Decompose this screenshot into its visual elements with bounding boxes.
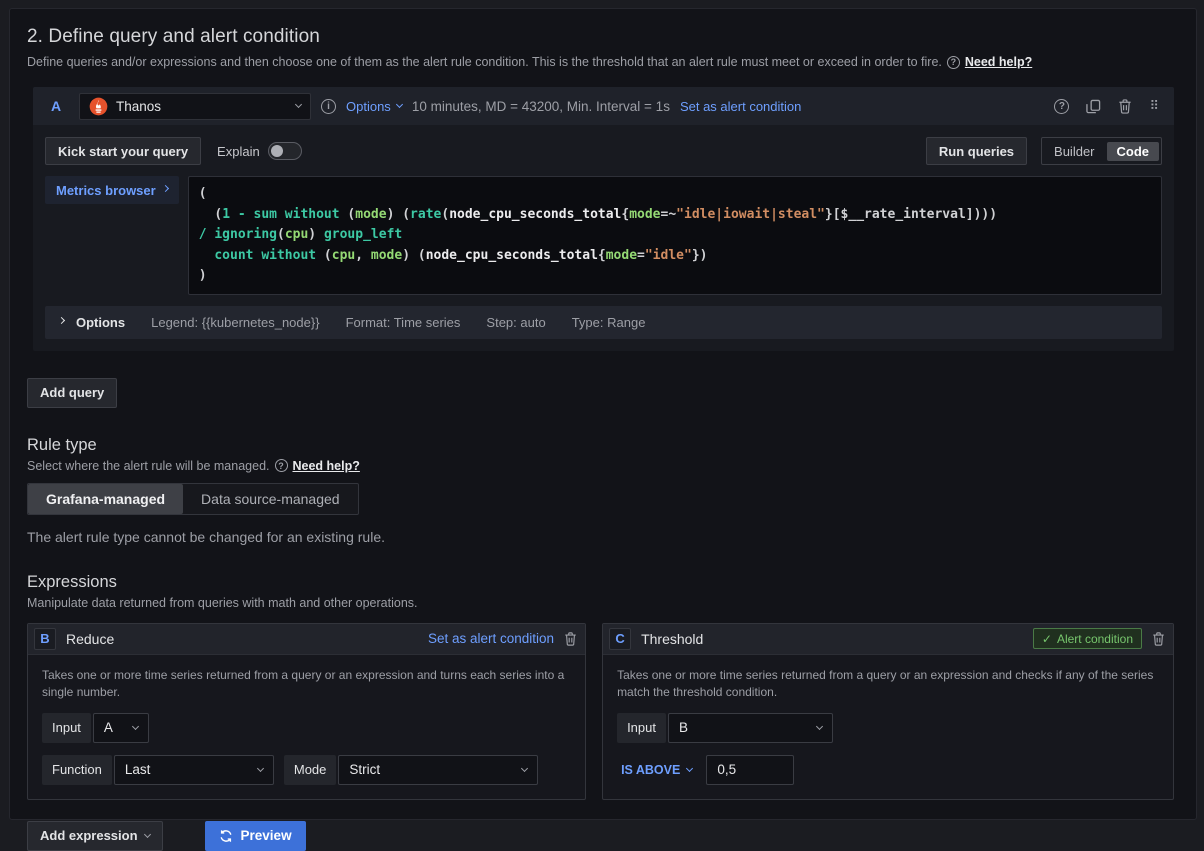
threshold-value-input[interactable] <box>706 755 794 785</box>
explain-toggle[interactable] <box>268 142 302 160</box>
threshold-expression-card: C Threshold ✓ Alert condition Takes one … <box>602 623 1174 800</box>
rule-type-note: The alert rule type cannot be changed fo… <box>27 529 1174 545</box>
builder-tab[interactable]: Builder <box>1044 142 1104 161</box>
expression-title: Threshold <box>641 631 703 647</box>
query-ref-id: A <box>47 98 65 114</box>
rule-type-switch: Grafana-managed Data source-managed <box>27 483 359 515</box>
expression-ref-id: C <box>609 628 631 650</box>
threshold-condition-select[interactable]: IS ABOVE <box>617 763 696 777</box>
threshold-input-select[interactable]: B <box>668 713 833 743</box>
chevron-down-icon <box>396 101 403 108</box>
alert-condition-badge[interactable]: ✓ Alert condition <box>1033 628 1142 649</box>
code-tab[interactable]: Code <box>1107 142 1160 161</box>
chevron-down-icon <box>295 101 302 108</box>
drag-handle-icon[interactable]: ⠿ <box>1149 98 1160 114</box>
input-label: Input <box>42 713 91 743</box>
reduce-function-select[interactable]: Last <box>114 755 274 785</box>
query-help-icon[interactable]: ? <box>1054 99 1069 114</box>
mode-label: Mode <box>284 755 337 785</box>
query-options-toggle[interactable]: Options <box>346 99 402 114</box>
set-as-alert-condition-link[interactable]: Set as alert condition <box>680 99 801 114</box>
reduce-description: Takes one or more time series returned f… <box>42 667 571 701</box>
rule-type-need-help-link[interactable]: Need help? <box>293 459 360 473</box>
rule-type-description: Select where the alert rule will be mana… <box>27 459 1174 473</box>
delete-expression-icon[interactable] <box>1152 632 1165 646</box>
reduce-expression-card: B Reduce Set as alert condition Takes on… <box>27 623 586 800</box>
delete-expression-icon[interactable] <box>564 632 577 646</box>
run-queries-button[interactable]: Run queries <box>926 137 1027 165</box>
check-icon: ✓ <box>1042 632 1052 646</box>
type-setting: Type: Range <box>572 315 646 330</box>
refresh-icon <box>219 829 233 843</box>
query-options-collapsed-row[interactable]: Options Legend: {{kubernetes_node}} Form… <box>45 306 1162 339</box>
chevron-down-icon <box>132 722 139 729</box>
query-body: Kick start your query Explain Run querie… <box>33 125 1174 351</box>
add-expression-button[interactable]: Add expression <box>27 821 163 851</box>
datasource-name: Thanos <box>116 99 288 114</box>
page-description-text: Define queries and/or expressions and th… <box>27 55 942 69</box>
page-description: Define queries and/or expressions and th… <box>27 55 1174 69</box>
help-question-icon: ? <box>275 459 288 472</box>
rule-type-title: Rule type <box>27 436 1174 455</box>
chevron-down-icon <box>143 830 150 837</box>
page-title: 2. Define query and alert condition <box>27 26 1174 48</box>
legend-setting: Legend: {{kubernetes_node}} <box>151 315 319 330</box>
chevron-down-icon <box>686 764 693 771</box>
threshold-description: Takes one or more time series returned f… <box>617 667 1157 701</box>
duplicate-query-icon[interactable] <box>1086 99 1101 114</box>
format-setting: Format: Time series <box>346 315 461 330</box>
step-setting: Step: auto <box>486 315 545 330</box>
delete-query-icon[interactable] <box>1118 99 1132 114</box>
thanos-datasource-icon <box>89 97 108 116</box>
expression-title: Reduce <box>66 631 114 647</box>
promql-editor[interactable]: ( (1 - sum without (mode) (rate(node_cpu… <box>188 176 1162 295</box>
options-row-label: Options <box>76 315 125 330</box>
add-query-button[interactable]: Add query <box>27 378 117 408</box>
chevron-right-icon <box>162 185 169 192</box>
query-header-row: A Thanos i Options 10 minutes, MD = 4320… <box>33 87 1174 125</box>
explain-label: Explain <box>217 144 260 159</box>
expand-chevron-icon <box>58 317 65 324</box>
rule-type-grafana-managed[interactable]: Grafana-managed <box>28 484 183 514</box>
reduce-mode-select[interactable]: Strict <box>338 755 538 785</box>
metrics-browser-button[interactable]: Metrics browser <box>45 176 179 204</box>
define-query-step: 2. Define query and alert condition Defi… <box>9 8 1197 820</box>
chevron-down-icon <box>816 722 823 729</box>
rule-type-datasource-managed[interactable]: Data source-managed <box>183 484 358 514</box>
function-label: Function <box>42 755 112 785</box>
expressions-title: Expressions <box>27 573 1174 592</box>
need-help-link[interactable]: Need help? <box>965 55 1032 69</box>
toggle-knob <box>271 145 283 157</box>
datasource-picker[interactable]: Thanos <box>79 93 311 120</box>
query-options-summary: 10 minutes, MD = 43200, Min. Interval = … <box>412 99 670 114</box>
help-question-icon: ? <box>947 56 960 69</box>
builder-code-switch: Builder Code <box>1041 137 1162 165</box>
reduce-input-select[interactable]: A <box>93 713 149 743</box>
query-editor-card: A Thanos i Options 10 minutes, MD = 4320… <box>33 87 1174 351</box>
chevron-down-icon <box>521 764 528 771</box>
expressions-description: Manipulate data returned from queries wi… <box>27 596 1174 610</box>
reduce-set-alert-condition-link[interactable]: Set as alert condition <box>428 631 554 646</box>
preview-button[interactable]: Preview <box>205 821 306 851</box>
kick-start-query-button[interactable]: Kick start your query <box>45 137 201 165</box>
input-label: Input <box>617 713 666 743</box>
chevron-down-icon <box>257 764 264 771</box>
datasource-info-icon: i <box>321 99 336 114</box>
expression-ref-id: B <box>34 628 56 650</box>
